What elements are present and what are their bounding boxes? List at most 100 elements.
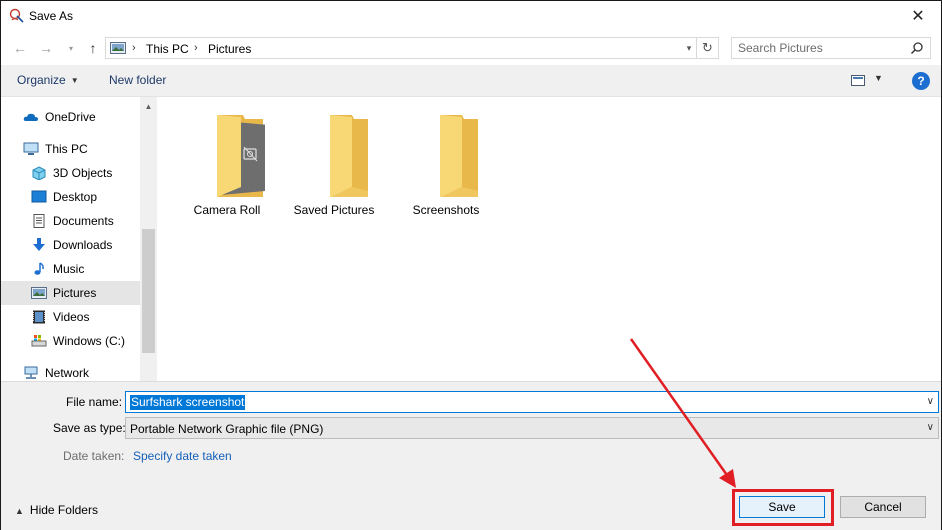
recent-locations-button[interactable]: ▾ <box>62 39 80 57</box>
onedrive-icon <box>23 113 38 121</box>
sidebar-item-onedrive[interactable]: OneDrive <box>1 105 140 129</box>
breadcrumb-separator-icon: › <box>132 42 136 54</box>
chevron-down-icon: ▾ <box>68 43 73 53</box>
save-as-type-label: Save as type: <box>53 421 126 435</box>
save-button-label: Save <box>768 500 796 514</box>
refresh-icon: ↻ <box>702 40 713 55</box>
sidebar-item-label: Pictures <box>53 286 97 300</box>
search-box[interactable] <box>731 37 931 59</box>
app-icon <box>9 8 24 23</box>
search-icon <box>910 42 923 55</box>
close-icon: ✕ <box>911 8 925 25</box>
back-button[interactable]: ← <box>11 39 29 57</box>
up-button[interactable]: ↑ <box>84 39 102 57</box>
navigation-pane: OneDrive This PC 3D Objects Desktop Docu… <box>1 97 157 381</box>
sidebar-item-videos[interactable]: Videos <box>1 305 140 329</box>
this-pc-icon <box>23 142 39 155</box>
chevron-up-icon: ▲ <box>15 506 24 516</box>
folder-item-screenshots[interactable]: Screenshots <box>396 111 496 221</box>
save-options-panel: File name: Surfshark screenshot ∨ Save a… <box>1 381 941 530</box>
scroll-up-button[interactable]: ▲ <box>140 99 157 113</box>
file-name-dropdown-icon[interactable]: ∨ <box>927 396 934 407</box>
scrollbar-thumb[interactable] <box>142 229 155 353</box>
navigation-bar: ← → ▾ ↑ › This PC › Pictures ▾ ↻ <box>1 35 941 61</box>
new-folder-button[interactable]: New folder <box>109 73 166 87</box>
change-view-icon[interactable] <box>851 75 865 86</box>
pictures-icon <box>31 287 47 299</box>
help-button[interactable]: ? <box>912 72 930 90</box>
address-dropdown-button[interactable]: ▾ <box>682 40 696 56</box>
nav-pane-scrollbar[interactable]: ▲ <box>140 97 157 381</box>
sidebar-item-downloads[interactable]: Downloads <box>1 233 140 257</box>
file-list: Camera Roll Saved Pictures Screenshots <box>157 97 941 381</box>
desktop-icon <box>31 190 47 203</box>
file-name-label: File name: <box>66 395 123 409</box>
arrow-up-icon: ↑ <box>89 40 97 56</box>
folder-name: Saved Pictures <box>293 203 375 217</box>
sidebar-item-label: OneDrive <box>45 110 96 124</box>
specify-date-taken-link[interactable]: Specify date taken <box>133 449 232 463</box>
save-as-dialog: Save As ✕ ← → ▾ ↑ › This PC › Pictures ▾… <box>0 0 942 530</box>
downloads-icon <box>33 238 45 251</box>
close-button[interactable]: ✕ <box>895 1 941 31</box>
folder-name: Screenshots <box>412 203 480 217</box>
forward-button[interactable]: → <box>37 39 55 57</box>
arrow-left-icon: ← <box>13 40 27 56</box>
title-bar: Save As ✕ <box>1 1 941 31</box>
sidebar-item-label: This PC <box>45 142 88 156</box>
hide-folders-label: Hide Folders <box>29 503 98 517</box>
hide-folders-button[interactable]: ▲ Hide Folders <box>15 503 98 517</box>
file-name-field[interactable]: Surfshark screenshot ∨ <box>125 391 939 413</box>
sidebar-item-3d-objects[interactable]: 3D Objects <box>1 161 140 185</box>
save-as-type-value: Portable Network Graphic file (PNG) <box>130 422 324 436</box>
folder-name: Camera Roll <box>193 203 261 217</box>
arrow-right-icon: → <box>39 40 53 56</box>
view-options-dropdown-icon[interactable]: ▼ <box>874 73 883 83</box>
drive-icon <box>31 335 47 347</box>
folder-item-saved-pictures[interactable]: Saved Pictures <box>284 111 384 221</box>
sidebar-item-desktop[interactable]: Desktop <box>1 185 140 209</box>
sidebar-item-music[interactable]: Music <box>1 257 140 281</box>
refresh-button[interactable]: ↻ <box>697 37 719 59</box>
3d-objects-icon <box>32 166 46 180</box>
chevron-down-icon: ▼ <box>70 76 79 85</box>
pictures-location-icon <box>110 42 126 54</box>
camera-roll-folder-icon <box>217 115 265 197</box>
save-as-type-select[interactable]: Portable Network Graphic file (PNG) ∨ <box>125 417 939 439</box>
sidebar-item-pictures[interactable]: Pictures <box>1 281 140 305</box>
date-taken-label: Date taken: <box>63 449 125 463</box>
breadcrumb-separator-icon: › <box>194 42 198 54</box>
cancel-button-label: Cancel <box>864 500 902 514</box>
sidebar-item-label: Network <box>45 366 90 380</box>
address-bar[interactable]: › This PC › Pictures ▾ <box>105 37 697 59</box>
help-icon: ? <box>917 74 925 88</box>
sidebar-item-this-pc[interactable]: This PC <box>1 137 140 161</box>
sidebar-item-label: 3D Objects <box>53 166 113 180</box>
chevron-down-icon: ∨ <box>926 422 934 433</box>
organize-button[interactable]: Organize ▼ <box>17 73 79 87</box>
organize-label: Organize <box>17 73 66 87</box>
sidebar-item-label: Music <box>53 262 85 276</box>
sidebar-item-label: Downloads <box>53 238 113 252</box>
cancel-button[interactable]: Cancel <box>840 496 926 518</box>
folder-icon <box>440 115 478 197</box>
sidebar-item-label: Videos <box>53 310 90 324</box>
chevron-up-icon: ▲ <box>144 101 153 111</box>
music-icon <box>34 262 44 275</box>
command-bar: Organize ▼ New folder ▼ ? <box>1 65 941 97</box>
sidebar-item-documents[interactable]: Documents <box>1 209 140 233</box>
file-name-value[interactable]: Surfshark screenshot <box>130 395 246 410</box>
save-button[interactable]: Save <box>739 496 825 518</box>
breadcrumb-pictures[interactable]: Pictures <box>208 42 251 56</box>
search-input[interactable] <box>738 41 908 55</box>
window-title: Save As <box>29 9 74 23</box>
chevron-down-icon: ▾ <box>686 42 692 53</box>
breadcrumb-this-pc[interactable]: This PC <box>146 42 189 56</box>
sidebar-item-network[interactable]: Network <box>1 361 140 381</box>
sidebar-item-label: Desktop <box>53 190 98 204</box>
network-icon <box>24 366 38 379</box>
folder-icon <box>330 115 368 197</box>
folder-item-camera-roll[interactable]: Camera Roll <box>177 111 277 221</box>
sidebar-item-label: Documents <box>53 214 114 228</box>
sidebar-item-windows-c[interactable]: Windows (C:) <box>1 329 140 353</box>
